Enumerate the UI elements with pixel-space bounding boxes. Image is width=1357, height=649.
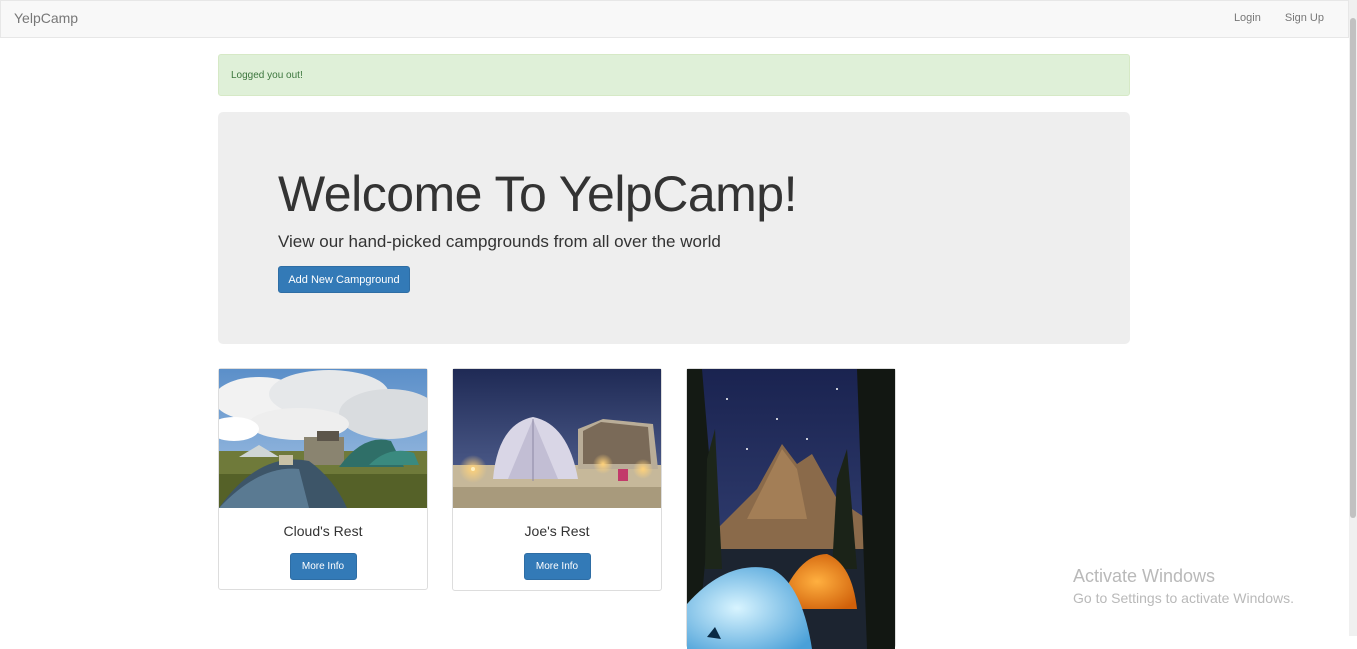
campground-card: [686, 368, 896, 649]
windows-activation-watermark: Activate Windows Go to Settings to activ…: [1073, 566, 1294, 606]
navbar: YelpCamp Login Sign Up: [0, 0, 1349, 38]
campground-image[interactable]: [219, 369, 427, 508]
campground-name: Joe's Rest: [524, 523, 590, 539]
alert-success: Logged you out!: [218, 54, 1130, 96]
campground-image[interactable]: [453, 369, 661, 508]
add-campground-button[interactable]: Add New Campground: [278, 266, 410, 293]
page-subtitle: View our hand-picked campgrounds from al…: [278, 232, 721, 251]
more-info-button[interactable]: More Info: [289, 553, 357, 580]
login-link[interactable]: Login: [1234, 12, 1261, 24]
brand-link[interactable]: YelpCamp: [14, 10, 78, 26]
scrollbar-thumb[interactable]: [1350, 18, 1356, 518]
campground-image[interactable]: [687, 369, 895, 649]
watermark-subtitle: Go to Settings to activate Windows.: [1073, 590, 1294, 606]
signup-link[interactable]: Sign Up: [1285, 12, 1324, 24]
watermark-title: Activate Windows: [1073, 566, 1216, 586]
campground-name: Cloud's Rest: [283, 523, 363, 539]
jumbotron: Welcome To YelpCamp! View our hand-picke…: [218, 112, 1130, 344]
campground-card: Cloud's Rest More Info: [218, 368, 428, 590]
campground-card: Joe's Rest More Info: [452, 368, 662, 591]
more-info-button[interactable]: More Info: [523, 553, 591, 580]
alert-message: Logged you out!: [231, 70, 303, 81]
scrollbar[interactable]: [1349, 0, 1357, 636]
nav-right: Login Sign Up: [1234, 12, 1324, 24]
page-title: Welcome To YelpCamp!: [278, 166, 798, 222]
